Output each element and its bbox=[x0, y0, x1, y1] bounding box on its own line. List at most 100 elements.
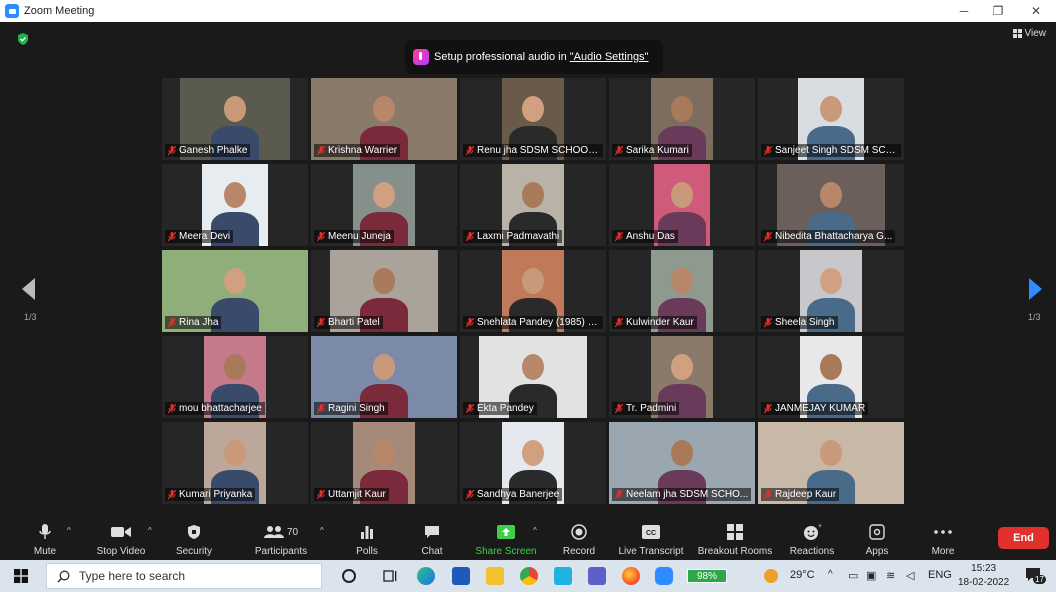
participant-face bbox=[373, 182, 395, 208]
video-tile[interactable]: mou bhattacharjee bbox=[162, 336, 308, 418]
video-tile[interactable]: Ekta Pandey bbox=[460, 336, 606, 418]
microphone-icon bbox=[39, 524, 51, 539]
video-tile[interactable]: Anshu Das bbox=[609, 164, 755, 246]
video-tile[interactable]: Tr. Padmini bbox=[609, 336, 755, 418]
stop-video-button[interactable]: Stop Video bbox=[92, 516, 150, 560]
word-icon[interactable] bbox=[452, 567, 470, 585]
video-tile[interactable]: Laxmi Padmavathi bbox=[460, 164, 606, 246]
notification-count: 17 bbox=[1033, 575, 1046, 584]
video-tile[interactable]: Uttamjit Kaur bbox=[311, 422, 457, 504]
security-button[interactable]: Security bbox=[174, 516, 214, 560]
task-view-icon[interactable] bbox=[381, 567, 399, 585]
participant-face bbox=[522, 354, 544, 380]
zoom-app-icon bbox=[5, 4, 19, 18]
file-explorer-icon[interactable] bbox=[486, 567, 504, 585]
participant-face bbox=[373, 440, 395, 466]
search-placeholder: Type here to search bbox=[79, 569, 186, 583]
video-tile[interactable]: Kulwinder Kaur bbox=[609, 250, 755, 332]
share-options-caret-icon[interactable]: ^ bbox=[533, 526, 537, 535]
teams-icon[interactable] bbox=[588, 567, 606, 585]
participant-name-text: Neelam jha SDSM SCHO... bbox=[626, 489, 749, 500]
participant-face bbox=[373, 354, 395, 380]
participant-name-text: Rajdeep Kaur bbox=[775, 489, 837, 500]
video-tile[interactable]: Ganesh Phalke bbox=[162, 78, 308, 160]
share-screen-icon bbox=[497, 525, 515, 539]
participants-options-caret-icon[interactable]: ^ bbox=[320, 526, 324, 535]
more-button[interactable]: More bbox=[928, 516, 958, 560]
participant-face bbox=[522, 440, 544, 466]
tray-device-icon[interactable]: ▭ bbox=[848, 569, 858, 582]
video-tile[interactable]: Neelam jha SDSM SCHO... bbox=[609, 422, 755, 504]
video-tile[interactable]: Rina Jha bbox=[162, 250, 308, 332]
temperature-readout[interactable]: 29°C bbox=[790, 569, 815, 581]
participant-name: Sheela Singh bbox=[761, 316, 838, 329]
muted-mic-icon bbox=[168, 146, 176, 156]
previous-page-arrow-icon[interactable] bbox=[22, 278, 36, 300]
volume-icon[interactable]: ◁ bbox=[906, 569, 914, 582]
restore-button[interactable]: ❐ bbox=[978, 0, 1018, 22]
cortana-icon[interactable] bbox=[340, 567, 358, 585]
live-transcript-button[interactable]: CC Live Transcript bbox=[616, 516, 686, 560]
video-tile[interactable]: Kumari Priyanka bbox=[162, 422, 308, 504]
video-tile[interactable]: Meera Devi bbox=[162, 164, 308, 246]
participant-face bbox=[522, 182, 544, 208]
participant-name: Kumari Priyanka bbox=[165, 488, 256, 501]
video-tile[interactable]: Snehlata Pandey (1985) B... bbox=[460, 250, 606, 332]
next-page-arrow-icon[interactable] bbox=[1028, 278, 1042, 300]
participants-button[interactable]: 70 Participants bbox=[252, 516, 310, 560]
windows-start-icon[interactable] bbox=[14, 569, 28, 583]
audio-settings-link[interactable]: "Audio Settings" bbox=[570, 51, 649, 63]
chat-button[interactable]: Chat bbox=[418, 516, 446, 560]
participant-name-text: Sarika Kumari bbox=[626, 145, 689, 156]
l-app-icon[interactable] bbox=[554, 567, 572, 585]
show-hidden-icons-icon[interactable]: ^ bbox=[828, 569, 833, 580]
view-button[interactable]: View bbox=[1012, 28, 1046, 39]
participant-face bbox=[820, 96, 842, 122]
share-screen-button[interactable]: Share Screen bbox=[474, 516, 538, 560]
reactions-button[interactable]: + Reactions bbox=[788, 516, 836, 560]
video-tile[interactable]: Ragini Singh bbox=[311, 336, 457, 418]
video-tile[interactable]: Sandhya Banerjee bbox=[460, 422, 606, 504]
zoom-taskbar-icon[interactable] bbox=[655, 567, 673, 585]
video-tile[interactable]: Sarika Kumari bbox=[609, 78, 755, 160]
video-tile[interactable]: Sanjeet Singh SDSM SCH... bbox=[758, 78, 904, 160]
close-button[interactable]: ✕ bbox=[1016, 0, 1056, 22]
video-tile[interactable]: Bharti Patel bbox=[311, 250, 457, 332]
encryption-shield-icon[interactable] bbox=[16, 32, 30, 46]
stop-video-label: Stop Video bbox=[96, 546, 146, 557]
audio-options-caret-icon[interactable]: ^ bbox=[67, 526, 71, 535]
video-tile[interactable]: Krishna Warrier bbox=[311, 78, 457, 160]
participant-name: Sanjeet Singh SDSM SCH... bbox=[761, 144, 901, 157]
participant-name-text: Snehlata Pandey (1985) B... bbox=[477, 317, 603, 328]
participant-face bbox=[224, 268, 246, 294]
end-meeting-button[interactable]: End bbox=[998, 527, 1049, 549]
polls-button[interactable]: Polls bbox=[352, 516, 382, 560]
tray-meet-icon[interactable]: ▣ bbox=[866, 569, 876, 582]
wifi-icon[interactable]: ≋ bbox=[886, 569, 895, 582]
mute-button[interactable]: Mute bbox=[28, 516, 62, 560]
firefox-icon[interactable] bbox=[622, 567, 640, 585]
video-tile[interactable]: Nibedita Bhattacharya G... bbox=[758, 164, 904, 246]
video-tile[interactable]: Renu jha SDSM SCHOOL ... bbox=[460, 78, 606, 160]
video-options-caret-icon[interactable]: ^ bbox=[148, 526, 152, 535]
participant-name-text: JANMEJAY KUMAR bbox=[775, 403, 866, 414]
battery-indicator[interactable]: 98% bbox=[687, 569, 727, 583]
video-tile[interactable]: Meenu Juneja bbox=[311, 164, 457, 246]
participant-face bbox=[224, 440, 246, 466]
breakout-rooms-button[interactable]: Breakout Rooms bbox=[696, 516, 774, 560]
video-tile[interactable]: JANMEJAY KUMAR bbox=[758, 336, 904, 418]
video-tile[interactable]: Sheela Singh bbox=[758, 250, 904, 332]
weather-sun-icon[interactable] bbox=[764, 569, 778, 583]
chrome-icon[interactable] bbox=[520, 567, 538, 585]
record-button[interactable]: Record bbox=[560, 516, 598, 560]
edge-browser-icon[interactable] bbox=[417, 567, 435, 585]
participant-name-text: Meera Devi bbox=[179, 231, 231, 242]
notification-center[interactable]: 17 bbox=[1025, 567, 1046, 585]
apps-button[interactable]: Apps bbox=[862, 516, 892, 560]
language-indicator[interactable]: ENG bbox=[928, 569, 952, 581]
participant-name: Ganesh Phalke bbox=[165, 144, 251, 157]
taskbar-search-box[interactable]: Type here to search bbox=[46, 563, 322, 589]
clock[interactable]: 15:23 18-02-2022 bbox=[958, 562, 1009, 590]
video-tile[interactable]: Rajdeep Kaur bbox=[758, 422, 904, 504]
muted-mic-icon bbox=[615, 232, 623, 242]
